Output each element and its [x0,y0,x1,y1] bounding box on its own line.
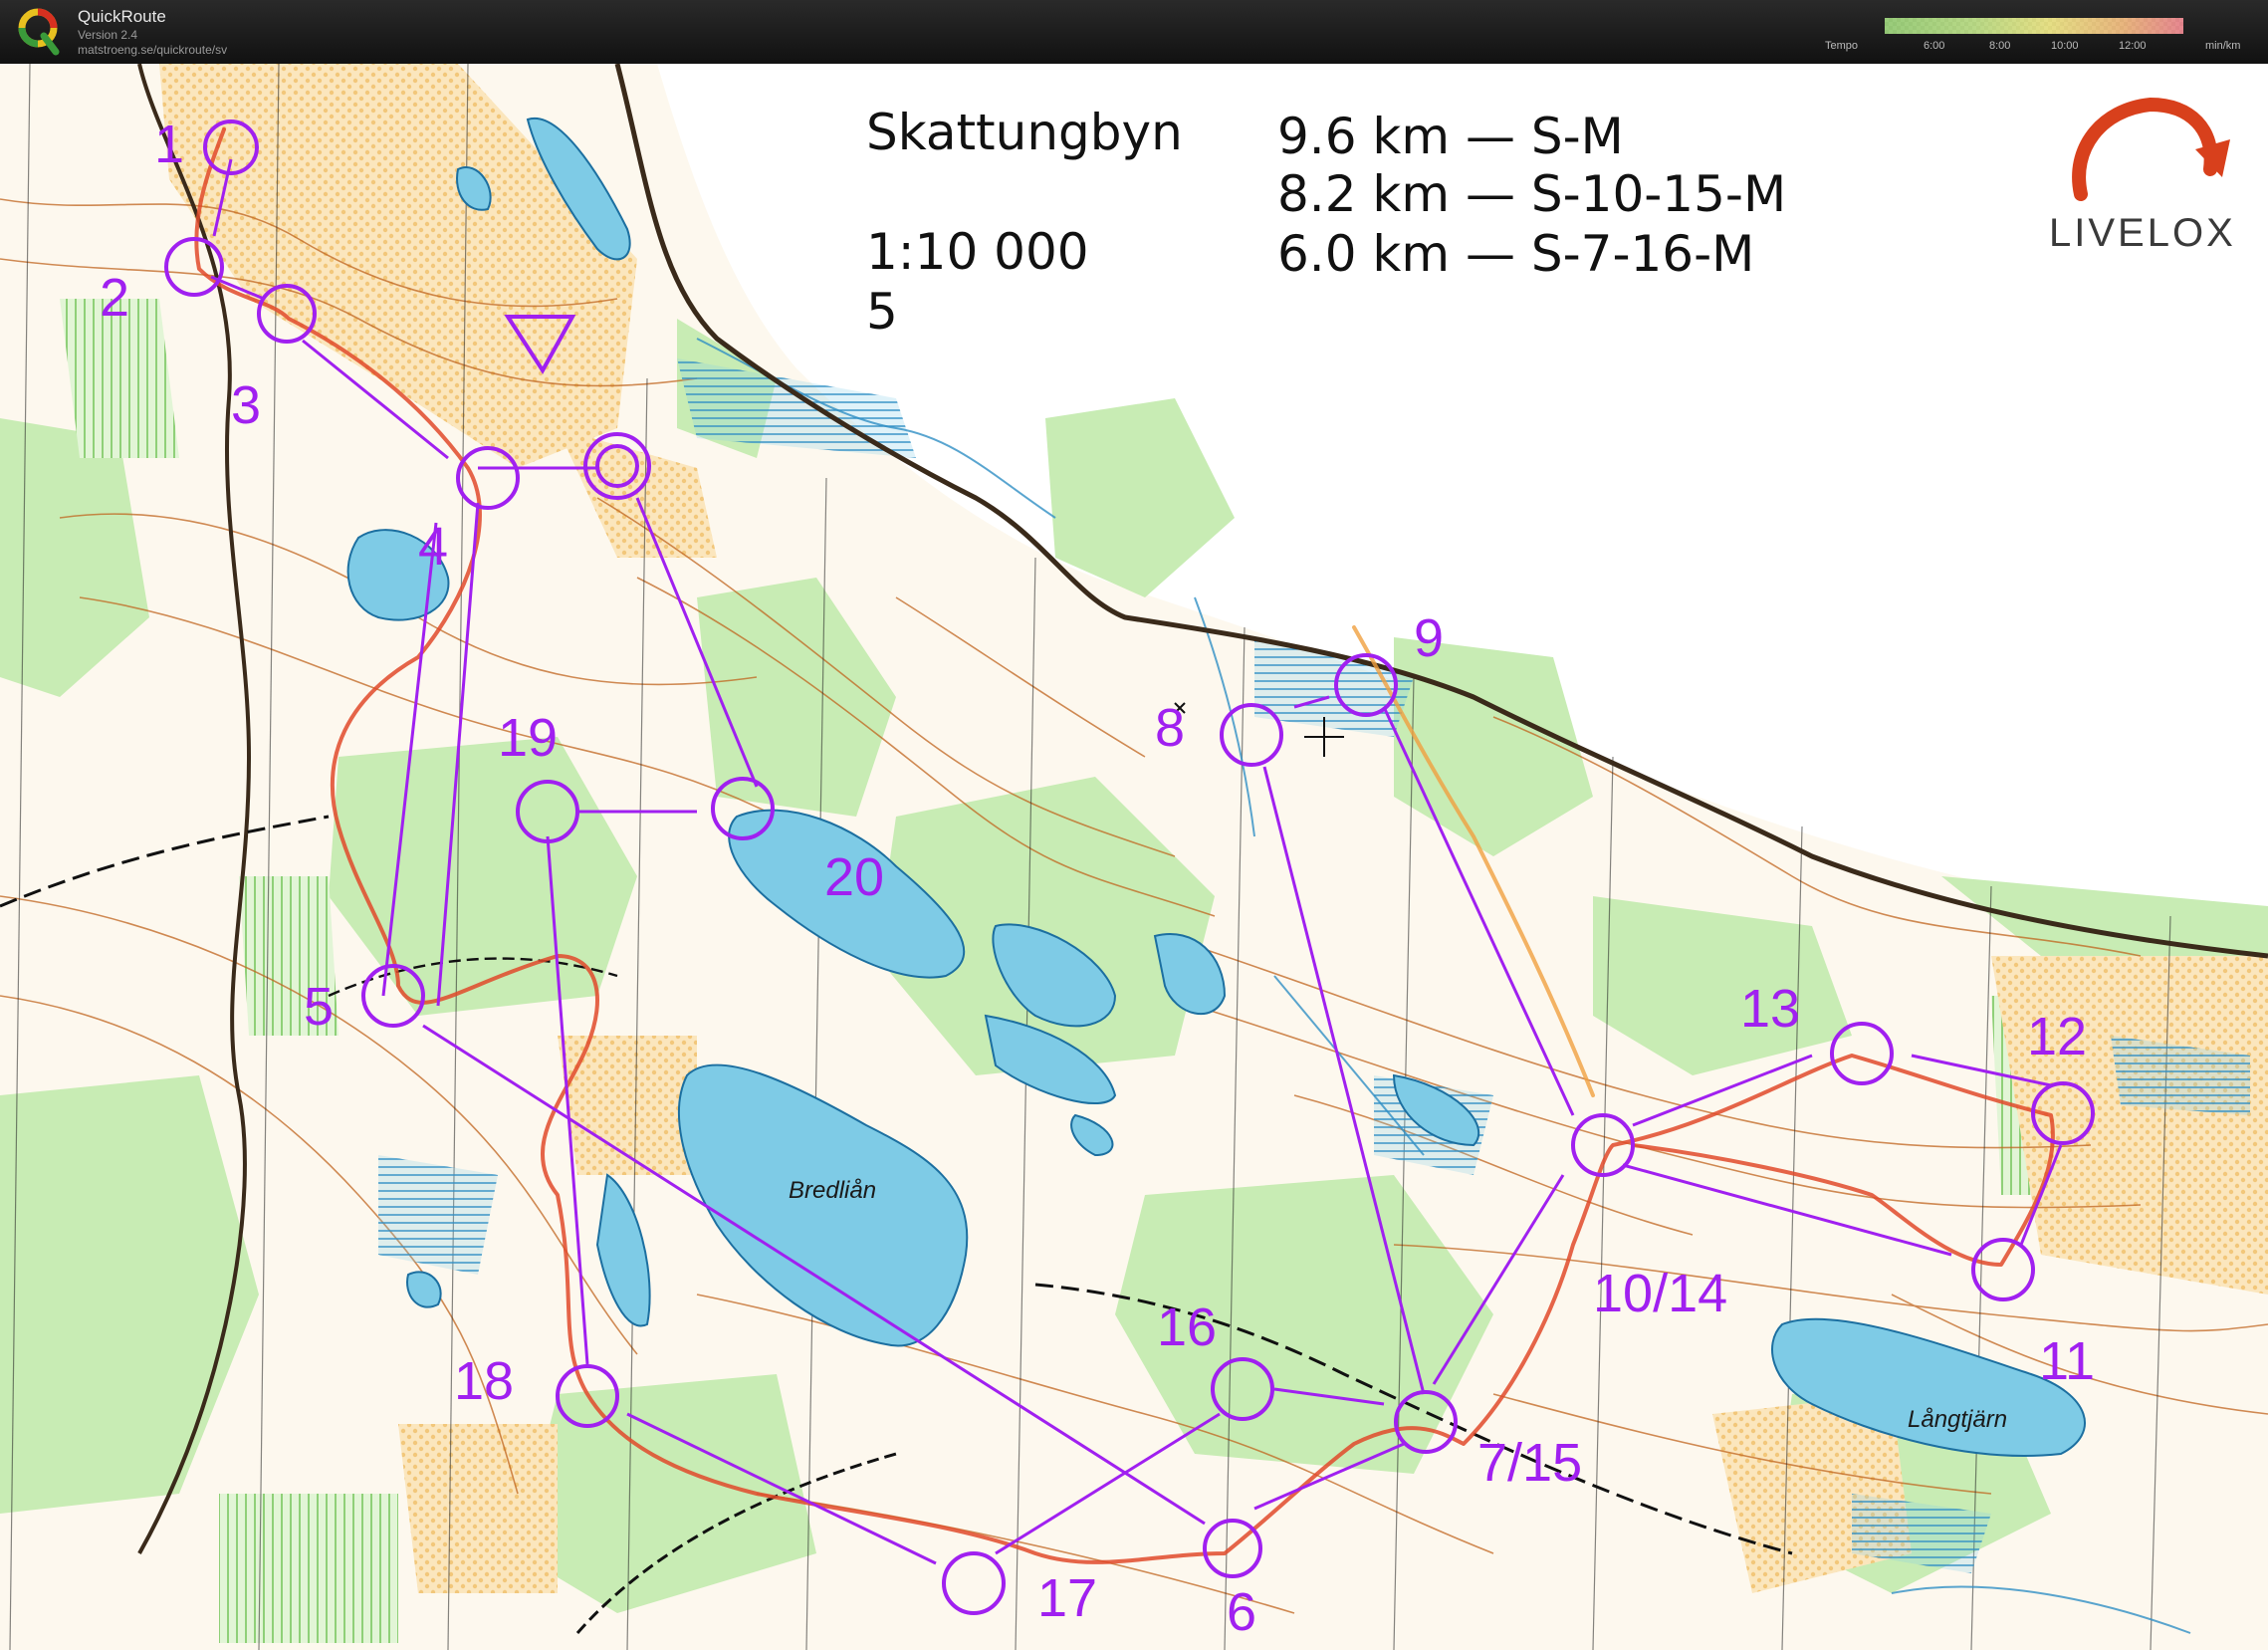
app-title: QuickRoute [78,7,166,26]
tempo-unit: min/km [2205,40,2241,52]
control-number: 17 [1037,1568,1098,1628]
tempo-tick: 6:00 [1924,40,1945,52]
map-scale: 1:10 000 [866,223,1089,281]
tempo-tick: 12:00 [2119,40,2147,52]
tempo-tick: 8:00 [1989,40,2011,52]
control-number: 11 [2039,1331,2096,1391]
map-number: 5 [866,283,898,341]
quickroute-logo-icon [18,8,60,56]
course-info: 6.0 km — S-7-16-M [1277,225,1755,283]
control-number: 7/15 [1477,1433,1583,1493]
map-title: Skattungbyn [866,104,1183,161]
control-number: 12 [2027,1007,2088,1066]
control-number: 13 [1740,979,1801,1039]
control-number: 10/14 [1593,1264,1728,1323]
livelox-brand: LIVELOX [2049,211,2236,255]
app-version: Version 2.4 [78,28,138,42]
control-number: 16 [1157,1297,1218,1357]
control-number: 2 [100,268,130,328]
tempo-color-scale [1885,18,2183,34]
tempo-label: Tempo [1825,40,1859,52]
control-number: 19 [498,708,559,768]
control-number: 4 [418,517,449,577]
control-number: 1 [154,115,185,174]
control-number: 6 [1227,1582,1257,1642]
tempo-tick: 10:00 [2051,40,2079,52]
app-toolbar: QuickRoute Version 2.4 matstroeng.se/qui… [0,0,2268,65]
control-number: 3 [231,375,262,435]
control-number: 18 [454,1351,515,1411]
course-info: 8.2 km — S-10-15-M [1277,165,1787,223]
control-number: 5 [304,977,335,1037]
app-url[interactable]: matstroeng.se/quickroute/sv [78,43,227,57]
control-number: 20 [824,847,885,907]
lake-label: Långtjärn [1908,1406,2008,1433]
lake-label: Bredliån [789,1177,877,1204]
course-info: 9.6 km — S-M [1277,108,1624,165]
control-number: 8 [1155,698,1186,758]
control-number: 9 [1414,608,1445,668]
